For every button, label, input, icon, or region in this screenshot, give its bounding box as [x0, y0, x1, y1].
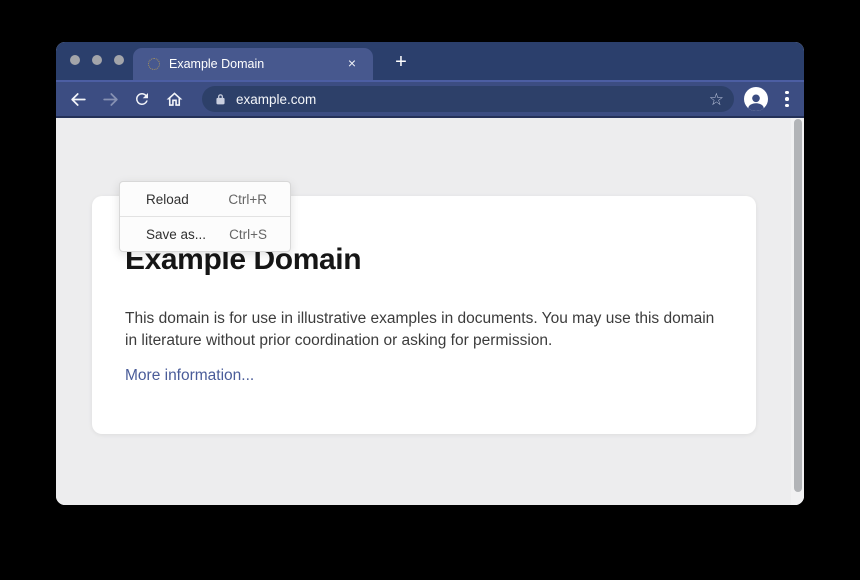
home-icon: [165, 90, 184, 109]
url-text[interactable]: example.com: [236, 92, 709, 107]
context-menu-item-reload[interactable]: Reload Ctrl+R: [120, 182, 290, 216]
window-controls: [70, 55, 124, 65]
browser-menu-kebab-icon[interactable]: [780, 91, 794, 108]
window-close-button[interactable]: [70, 55, 80, 65]
browser-window: Example Domain × + example.com ☆: [56, 42, 804, 505]
context-menu-item-save-as[interactable]: Save as... Ctrl+S: [120, 217, 290, 251]
profile-avatar-icon[interactable]: [744, 87, 768, 111]
menu-item-label: Reload: [146, 192, 189, 207]
bookmark-star-icon[interactable]: ☆: [709, 91, 724, 108]
menu-item-shortcut: Ctrl+S: [229, 227, 267, 242]
window-zoom-button[interactable]: [114, 55, 124, 65]
back-button[interactable]: [64, 85, 92, 113]
scrollbar-track[interactable]: [791, 118, 804, 505]
tab-favicon-globe-icon: [148, 58, 160, 70]
tab-title: Example Domain: [169, 57, 343, 71]
browser-toolbar: example.com ☆: [56, 80, 804, 118]
new-tab-button[interactable]: +: [388, 50, 414, 76]
page-paragraph: This domain is for use in illustrative e…: [125, 308, 716, 352]
more-information-link[interactable]: More information...: [125, 367, 254, 385]
lock-icon: [214, 93, 227, 106]
window-minimize-button[interactable]: [92, 55, 102, 65]
tab-example-domain[interactable]: Example Domain ×: [133, 48, 373, 80]
menu-item-shortcut: Ctrl+R: [228, 192, 267, 207]
back-arrow-icon: [69, 90, 88, 109]
context-menu: Reload Ctrl+R Save as... Ctrl+S: [119, 181, 291, 252]
reload-icon: [133, 90, 151, 108]
tab-strip: Example Domain × +: [56, 42, 804, 80]
page-viewport: Example Domain This domain is for use in…: [56, 118, 804, 505]
forward-button[interactable]: [96, 85, 124, 113]
address-bar[interactable]: example.com ☆: [202, 86, 734, 112]
tab-close-icon[interactable]: ×: [343, 55, 361, 73]
reload-button[interactable]: [128, 85, 156, 113]
menu-item-label: Save as...: [146, 227, 206, 242]
home-button[interactable]: [160, 85, 188, 113]
forward-arrow-icon: [101, 90, 120, 109]
scrollbar-thumb[interactable]: [794, 119, 802, 492]
